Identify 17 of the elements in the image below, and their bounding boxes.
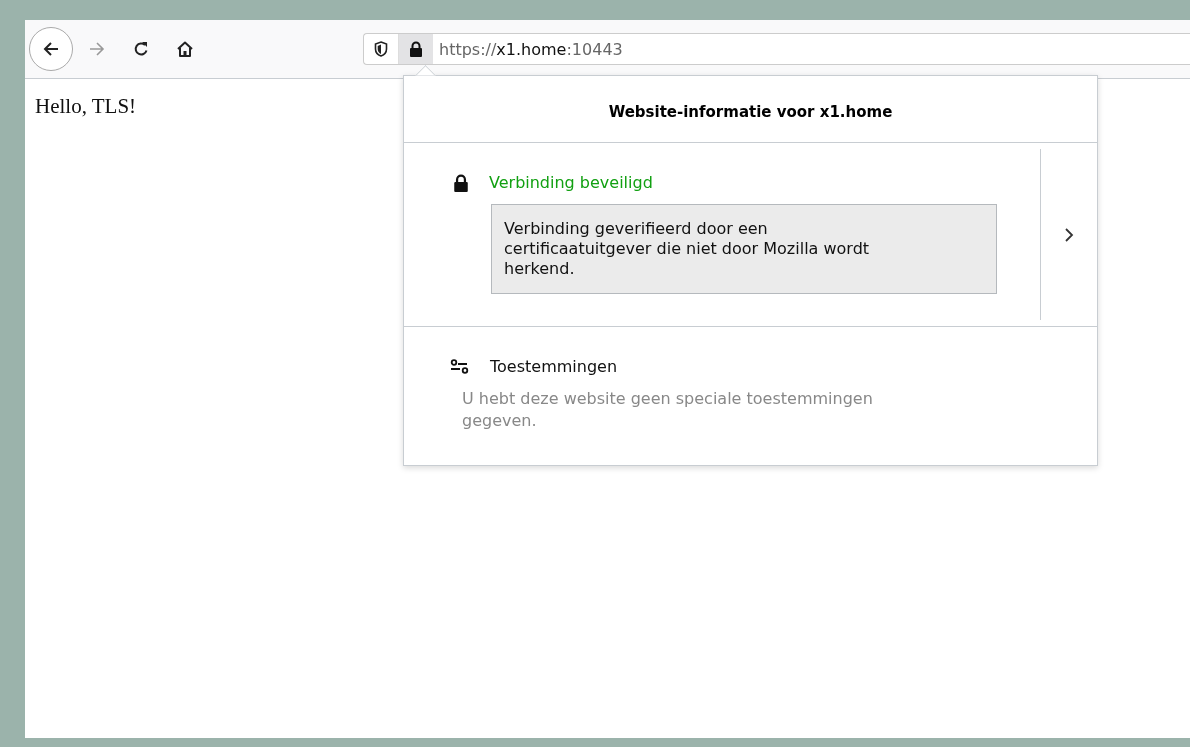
- page-text: Hello, TLS!: [35, 94, 137, 118]
- chevron-icon: [1064, 226, 1074, 243]
- permissions-text: U hebt deze website geen speciale toestemmingen gegeven.: [462, 388, 874, 433]
- permissions-icon: [450, 358, 470, 375]
- lock-icon: [453, 173, 469, 192]
- home-icon: [176, 40, 194, 58]
- panel-title: Website-informatie voor x1.home: [404, 76, 1097, 143]
- lock-icon: [409, 41, 423, 57]
- reload-icon: [132, 40, 150, 58]
- certificate-note: Verbinding geverifieerd door een certificaatuitgever die niet door Mozilla wordt herkend.: [491, 204, 997, 294]
- connection-status: Verbinding beveiligd: [489, 173, 653, 192]
- shield-icon: [374, 41, 388, 57]
- permissions-heading: Toestemmingen: [490, 357, 618, 376]
- back-button[interactable]: [29, 27, 73, 71]
- site-info-button[interactable]: [399, 34, 433, 64]
- address-bar[interactable]: https://x1.home:10443: [363, 33, 1190, 65]
- url-text: https://x1.home:10443: [439, 39, 623, 59]
